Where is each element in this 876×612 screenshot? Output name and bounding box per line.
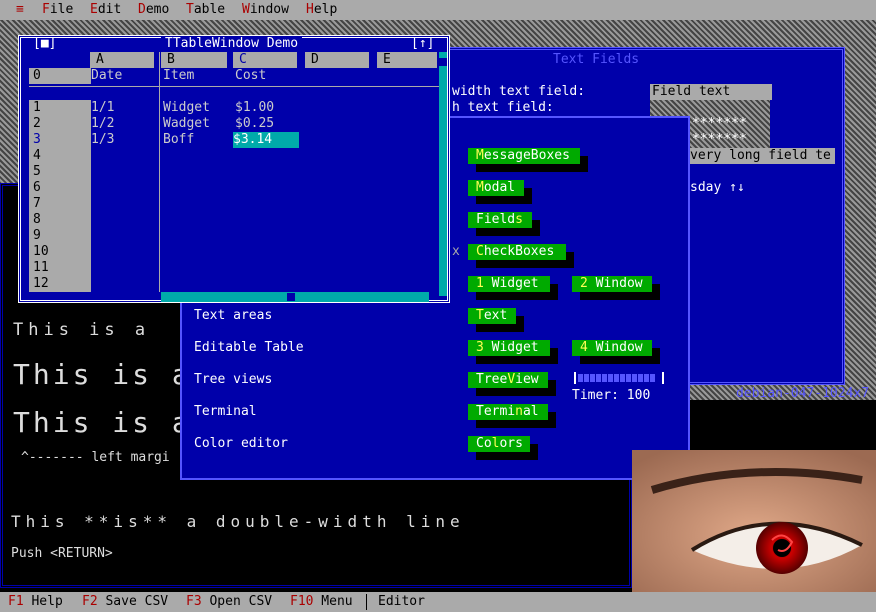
field-label-1: width text field: bbox=[452, 84, 586, 99]
widget-1-button[interactable]: 1 Widget bbox=[468, 276, 550, 292]
status-f1-help[interactable]: F1 Help bbox=[8, 594, 63, 610]
label-text-areas: Text areas bbox=[194, 308, 273, 323]
column-header-a[interactable]: A bbox=[90, 52, 154, 68]
cell-b3[interactable]: Boff bbox=[163, 132, 194, 148]
cell-b1[interactable]: Widget bbox=[163, 100, 210, 116]
menu-help[interactable]: Help bbox=[306, 2, 337, 18]
status-divider bbox=[366, 594, 367, 610]
eye-graphic bbox=[632, 450, 876, 592]
header-cell-item: Item bbox=[163, 68, 195, 83]
menu-edit[interactable]: Edit bbox=[90, 2, 121, 18]
column-header-e[interactable]: E bbox=[377, 52, 437, 68]
timer-progress-bar bbox=[574, 370, 666, 386]
text-fields-title: Text Fields bbox=[553, 52, 640, 67]
treeview-button[interactable]: TreeView bbox=[468, 372, 548, 388]
menu-table[interactable]: Table bbox=[186, 2, 225, 18]
header-cell-cost: Cost bbox=[235, 68, 267, 83]
row-number-3: 3 bbox=[33, 132, 41, 147]
status-mode: Editor bbox=[378, 594, 425, 609]
day-spinner[interactable]: sday ↑↓ bbox=[690, 180, 745, 196]
progress-right-cap bbox=[662, 372, 664, 384]
status-f2-save-csv[interactable]: F2 Save CSV bbox=[82, 594, 168, 610]
column-header-b[interactable]: B bbox=[161, 52, 227, 68]
messageboxes-button[interactable]: MessageBoxes bbox=[468, 148, 580, 164]
horizontal-scroll-thumb[interactable] bbox=[287, 293, 295, 301]
terminal-line-5: This **is** a double-width line bbox=[11, 512, 465, 531]
status-f3-open-csv[interactable]: F3 Open CSV bbox=[186, 594, 272, 610]
column-header-d[interactable]: D bbox=[305, 52, 369, 68]
menu-window[interactable]: Window bbox=[242, 2, 289, 18]
cell-b2[interactable]: Wadget bbox=[163, 116, 210, 132]
row-number-7: 7 bbox=[33, 196, 41, 211]
header-cell-date: Date bbox=[91, 68, 123, 83]
modal-button[interactable]: Modal bbox=[468, 180, 524, 196]
terminal-line-1: This is a bbox=[13, 320, 151, 340]
label-color-editor: Color editor bbox=[194, 436, 288, 451]
cell-c1[interactable]: $1.00 bbox=[235, 100, 274, 116]
text-button[interactable]: Text bbox=[468, 308, 516, 324]
row-number-11: 11 bbox=[33, 260, 49, 275]
header-divider bbox=[29, 86, 439, 101]
menu-file[interactable]: File bbox=[42, 2, 73, 18]
row-number-2: 2 bbox=[33, 116, 41, 131]
fields-button[interactable]: Fields bbox=[468, 212, 532, 228]
row-number-9: 9 bbox=[33, 228, 41, 243]
timer-label: Timer: 100 bbox=[572, 388, 651, 403]
colors-button[interactable]: Colors bbox=[468, 436, 530, 452]
eye-image bbox=[632, 450, 876, 592]
terminal-button[interactable]: Terminal bbox=[468, 404, 548, 420]
progress-left-cap bbox=[574, 372, 576, 384]
terminal-line-6: Push <RETURN> bbox=[11, 546, 113, 561]
text-field-1[interactable]: Field text bbox=[650, 84, 772, 100]
zoom-icon[interactable]: [↑] bbox=[411, 36, 434, 52]
checkboxes-button[interactable]: CheckBoxes bbox=[468, 244, 566, 260]
password-field-1[interactable]: ******* bbox=[692, 116, 747, 132]
vertical-scroll-thumb[interactable] bbox=[439, 58, 447, 66]
menu-demo[interactable]: Demo bbox=[138, 2, 169, 18]
cell-c3-selected[interactable]: $3.14 bbox=[233, 132, 299, 148]
label-terminal: Terminal bbox=[194, 404, 257, 419]
menu-bar: ≡ File Edit Demo Table Window Help bbox=[0, 0, 876, 20]
horizontal-scrollbar[interactable] bbox=[161, 292, 429, 302]
close-icon[interactable]: [■] bbox=[33, 36, 56, 52]
header-row-number: 0 bbox=[29, 68, 91, 84]
status-bar: F1 Help F2 Save CSV F3 Open CSV F10 Menu… bbox=[0, 592, 876, 612]
system-menu-icon[interactable]: ≡ bbox=[16, 2, 24, 18]
row-number-8: 8 bbox=[33, 212, 41, 227]
label-editable-table: Editable Table bbox=[194, 340, 304, 355]
column-header-c[interactable]: C bbox=[233, 52, 297, 68]
window-4-button[interactable]: 4 Window bbox=[572, 340, 652, 356]
table-window-title: TTableWindow Demo bbox=[161, 36, 303, 52]
widget-3-button[interactable]: 3 Widget bbox=[468, 340, 550, 356]
row-number-10: 10 bbox=[33, 244, 49, 259]
long-text-field[interactable]: very long field te bbox=[690, 148, 835, 164]
status-f10-menu[interactable]: F10 Menu bbox=[290, 594, 353, 610]
terminal-line-4: ^------- left margi bbox=[21, 450, 170, 465]
row-number-1: 1 bbox=[33, 100, 41, 115]
vertical-scrollbar[interactable] bbox=[439, 52, 447, 296]
row-number-5: 5 bbox=[33, 164, 41, 179]
row-number-4: 4 bbox=[33, 148, 41, 163]
progress-fill bbox=[578, 374, 656, 382]
row-number-12: 12 bbox=[33, 276, 49, 291]
field-label-2: h text field: bbox=[452, 100, 554, 115]
window-2-button[interactable]: 2 Window bbox=[572, 276, 652, 292]
label-x-fragment: x bbox=[452, 244, 460, 259]
column-divider bbox=[159, 52, 160, 292]
table-window[interactable]: [■] TTableWindow Demo [↑] A B C D E 0 Da… bbox=[18, 35, 450, 303]
terminal-line-2: This is a bbox=[13, 358, 192, 391]
row-number-6: 6 bbox=[33, 180, 41, 195]
label-tree-views: Tree views bbox=[194, 372, 273, 387]
cell-c2[interactable]: $0.25 bbox=[235, 116, 274, 132]
debian-label: debian-047-1024x7 bbox=[736, 386, 870, 401]
password-field-2[interactable]: ******* bbox=[692, 132, 747, 148]
